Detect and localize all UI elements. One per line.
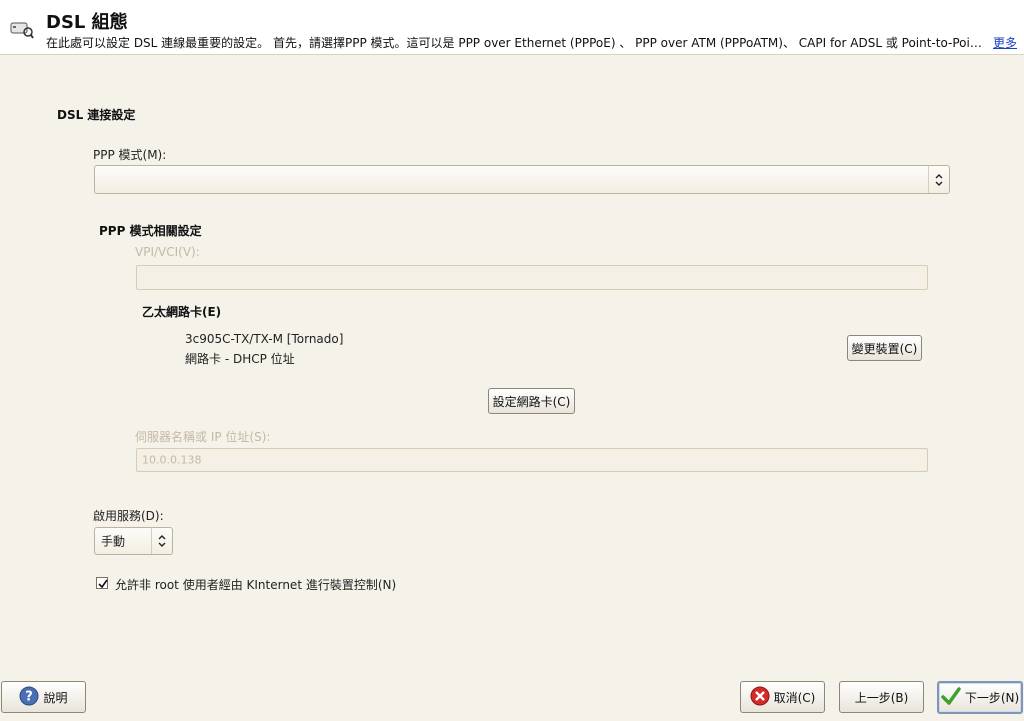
ppp-mode-select[interactable] — [94, 165, 950, 194]
dsl-section-title: DSL 連接設定 — [57, 108, 136, 122]
vpi-label: VPI/VCI(V): — [135, 245, 200, 259]
chevron-updown-icon — [151, 528, 172, 554]
back-button[interactable]: 上一步(B) — [839, 681, 924, 713]
help-button-label: 說明 — [43, 690, 68, 705]
server-label: 伺服器名稱或 IP 位址(S): — [135, 430, 271, 444]
cancel-button[interactable]: 取消(C) — [740, 681, 825, 713]
vpi-input[interactable] — [136, 265, 928, 290]
help-icon: ? — [19, 686, 39, 709]
svg-text:?: ? — [26, 689, 34, 704]
service-select[interactable]: 手動 — [94, 527, 173, 555]
allow-control-label[interactable]: 允許非 root 使用者經由 KInternet 進行裝置控制(N) — [115, 576, 396, 593]
service-value: 手動 — [101, 534, 126, 549]
checkmark-icon — [98, 579, 108, 589]
allow-control-checkbox[interactable] — [96, 577, 108, 589]
server-input[interactable]: 10.0.0.138 — [136, 448, 928, 472]
configure-nic-button[interactable]: 設定網路卡(C) — [488, 388, 575, 414]
chevron-updown-icon — [928, 166, 949, 193]
ppp-mode-label: PPP 模式(M): — [93, 148, 167, 162]
ethernet-card-title: 乙太網路卡(E) — [142, 305, 222, 319]
cancel-button-label: 取消(C) — [773, 690, 816, 705]
service-label: 啟用服務(D): — [93, 509, 164, 523]
cancel-icon — [750, 686, 770, 709]
page-title: DSL 組態 — [46, 12, 128, 33]
device-description: 網路卡 - DHCP 位址 — [185, 352, 295, 366]
page-description: 在此處可以設定 DSL 連線最重要的設定。 首先，請選擇PPP 模式。這可以是 … — [46, 36, 986, 50]
ppp-settings-title: PPP 模式相關設定 — [99, 224, 202, 238]
help-button[interactable]: ? 說明 — [1, 681, 86, 713]
change-device-button[interactable]: 變更裝置(C) — [847, 335, 922, 361]
more-link[interactable]: 更多 — [993, 34, 1017, 51]
next-button[interactable]: 下一步(N) — [937, 681, 1023, 714]
dsl-modem-icon — [8, 14, 34, 40]
device-name: 3c905C-TX/TX-M [Tornado] — [185, 332, 344, 346]
next-button-label: 下一步(N) — [964, 691, 1020, 705]
header-bar: DSL 組態 在此處可以設定 DSL 連線最重要的設定。 首先，請選擇PPP 模… — [0, 0, 1024, 55]
checkmark-icon — [941, 686, 961, 709]
server-value: 10.0.0.138 — [142, 453, 202, 467]
